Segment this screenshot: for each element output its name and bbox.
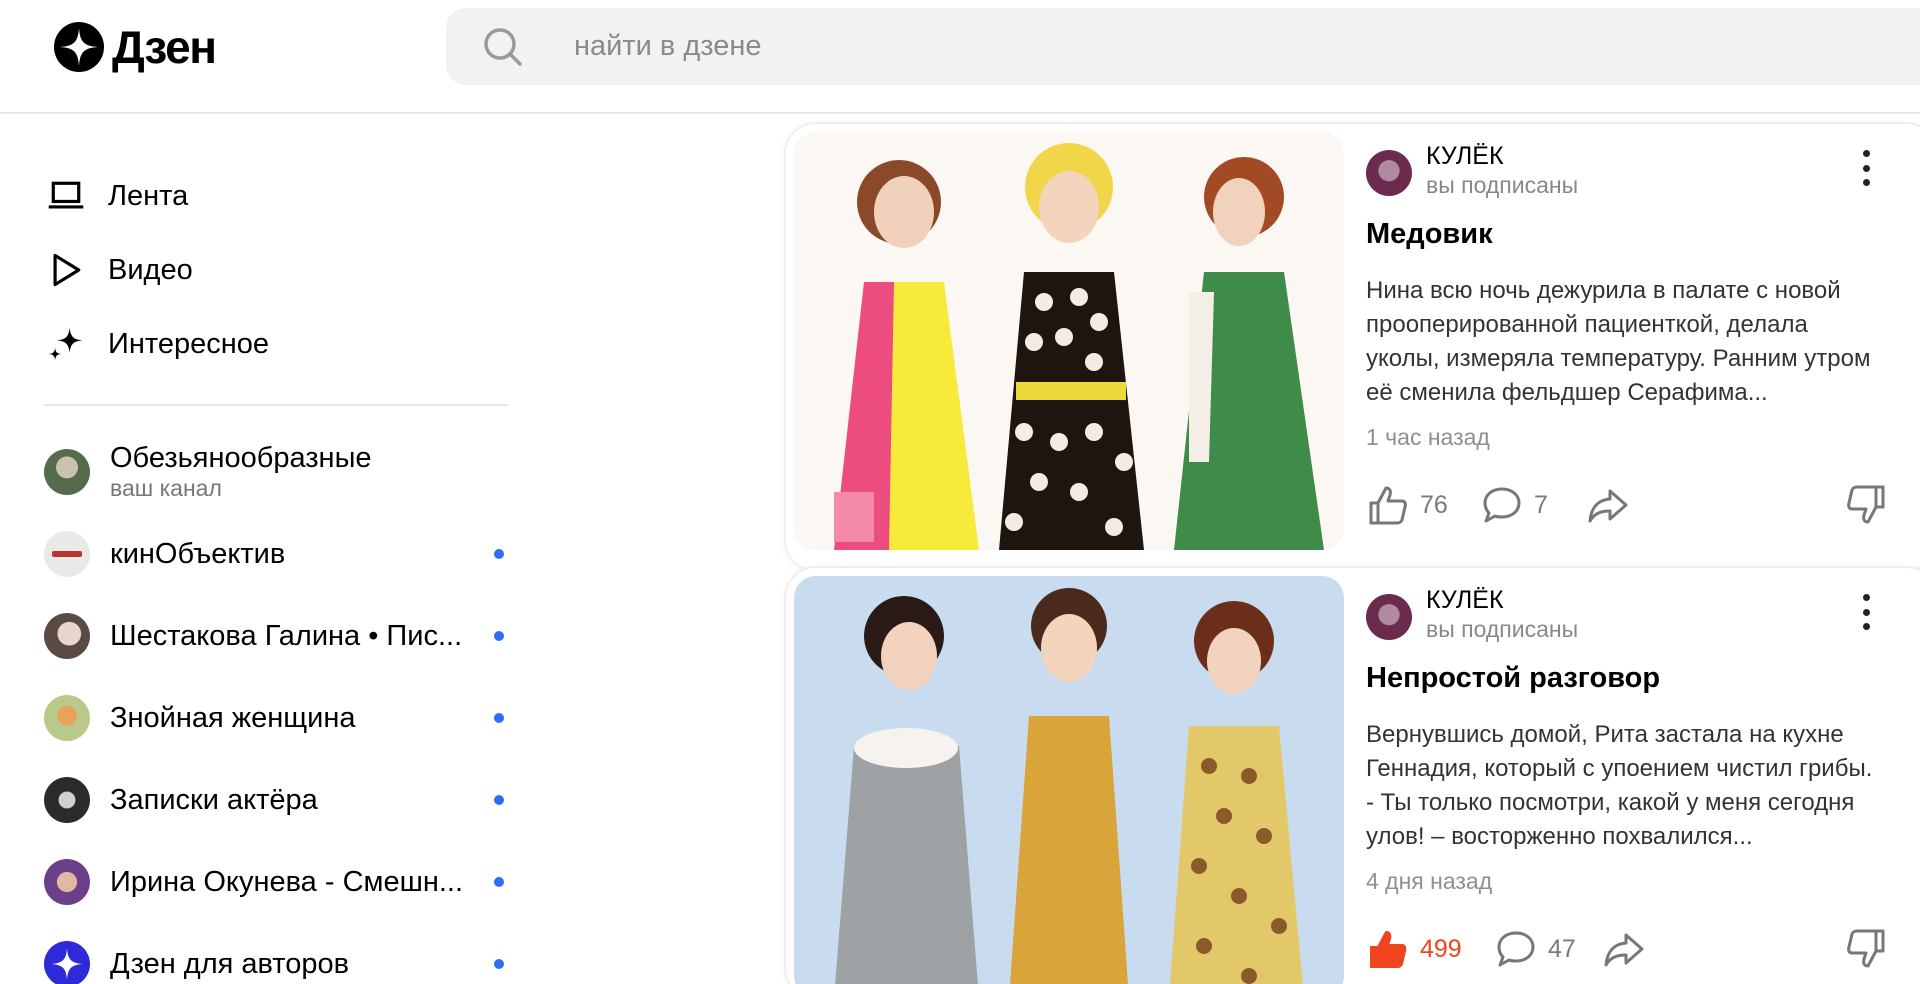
laptop-icon [44, 174, 88, 218]
channel-name: Шестакова Галина • Пис... [110, 619, 463, 652]
channel-avatar[interactable] [1366, 594, 1412, 640]
channel-avatar [44, 449, 90, 495]
channel-avatar [44, 859, 90, 905]
new-content-dot [494, 795, 504, 805]
new-content-dot [494, 631, 504, 641]
share-icon [1588, 489, 1628, 523]
article-image[interactable] [794, 132, 1344, 550]
new-content-dot [494, 549, 504, 559]
dislike-button[interactable] [1844, 480, 1888, 530]
share-button[interactable] [1586, 480, 1630, 530]
channel-name: Записки актёра [110, 783, 318, 816]
sidebar-divider [44, 404, 508, 406]
channel-name: Знойная женщина [110, 701, 356, 734]
feed-card[interactable]: КУЛЁК вы подписаны Непростой разговор Ве… [786, 568, 1920, 984]
article-snippet[interactable]: Вернувшись домой, Рита застала на кухне … [1366, 718, 1886, 854]
channel-item[interactable]: Знойная женщина [44, 686, 508, 750]
search-bar[interactable] [446, 8, 1920, 85]
article-title[interactable]: Медовик [1366, 218, 1493, 251]
article-image[interactable] [794, 576, 1344, 984]
comment-icon [1497, 931, 1535, 967]
dislike-button[interactable] [1844, 924, 1888, 974]
channel-name[interactable]: КУЛЁК [1426, 586, 1504, 615]
new-content-dot [494, 959, 504, 969]
channel-name: Обезьянообразные [110, 442, 372, 474]
article-title[interactable]: Непростой разговор [1366, 662, 1660, 695]
publish-time: 1 час назад [1366, 424, 1490, 450]
feed-card[interactable]: КУЛЁК вы подписаны Медовик Нина всю ночь… [786, 124, 1920, 570]
channel-avatar [44, 777, 90, 823]
comment-count: 7 [1534, 490, 1548, 519]
nav-item-interesting[interactable]: Интересное [44, 314, 269, 374]
dzen-logo-icon [54, 22, 104, 72]
channel-avatar[interactable] [1366, 150, 1412, 196]
comment-button[interactable]: 47 [1494, 924, 1576, 974]
article-snippet[interactable]: Нина всю ночь дежурила в палате с новой … [1366, 274, 1886, 410]
new-content-dot [494, 713, 504, 723]
sidebar: Лента Видео Интересное Обезьянообразные … [0, 116, 520, 984]
card-actions: 76 7 [1366, 480, 1906, 530]
publish-time: 4 дня назад [1366, 868, 1493, 894]
channel-name: Дзен для авторов [110, 947, 350, 980]
channel-avatar [44, 695, 90, 741]
comment-icon [1483, 487, 1521, 523]
card-actions: 499 47 [1366, 924, 1906, 974]
nav-item-video[interactable]: Видео [44, 240, 193, 300]
share-button[interactable] [1602, 924, 1646, 974]
like-button[interactable]: 76 [1366, 480, 1448, 530]
sparkle-icon [44, 322, 88, 366]
subscription-status: вы подписаны [1426, 172, 1579, 198]
like-button[interactable]: 499 [1366, 924, 1462, 974]
share-icon [1604, 933, 1644, 967]
channel-item[interactable]: Записки актёра [44, 768, 508, 832]
nav-label: Интересное [108, 327, 269, 360]
nav-label: Видео [108, 253, 193, 286]
dzen-logo[interactable]: Дзен [54, 20, 217, 74]
thumbs-up-icon [1369, 486, 1407, 525]
channel-item[interactable]: Дзен для авторов [44, 932, 508, 984]
thumbs-down-icon [1847, 929, 1885, 968]
channel-item[interactable]: Обезьянообразные ваш канал [44, 440, 508, 504]
like-count: 76 [1420, 490, 1448, 519]
channel-avatar [44, 531, 90, 577]
thumbs-up-filled-icon [1370, 931, 1407, 968]
channel-avatar [44, 613, 90, 659]
logo-text: Дзен [112, 21, 217, 73]
channel-avatar [44, 941, 90, 984]
new-content-dot [494, 877, 504, 887]
thumbs-down-icon [1847, 485, 1885, 524]
channel-name: Ирина Окунева - Смешн... [110, 865, 464, 898]
channel-item[interactable]: Ирина Окунева - Смешн... [44, 850, 508, 914]
search-input[interactable] [574, 8, 1774, 85]
more-menu-button[interactable] [1854, 148, 1878, 188]
channel-item[interactable]: кинОбъектив [44, 522, 508, 586]
subscription-status: вы подписаны [1426, 616, 1579, 642]
channel-name: кинОбъектив [110, 537, 286, 570]
nav-item-feed[interactable]: Лента [44, 166, 188, 226]
comment-button[interactable]: 7 [1480, 480, 1548, 530]
channel-item[interactable]: Шестакова Галина • Пис... [44, 604, 508, 668]
more-menu-button[interactable] [1854, 592, 1878, 632]
play-icon [44, 248, 88, 292]
channel-name[interactable]: КУЛЁК [1426, 142, 1504, 171]
search-icon [484, 28, 522, 66]
like-count: 499 [1420, 934, 1462, 963]
comment-count: 47 [1548, 934, 1576, 963]
top-header: Дзен [0, 0, 1920, 114]
nav-label: Лента [108, 179, 189, 212]
channel-subtitle: ваш канал [110, 475, 222, 501]
